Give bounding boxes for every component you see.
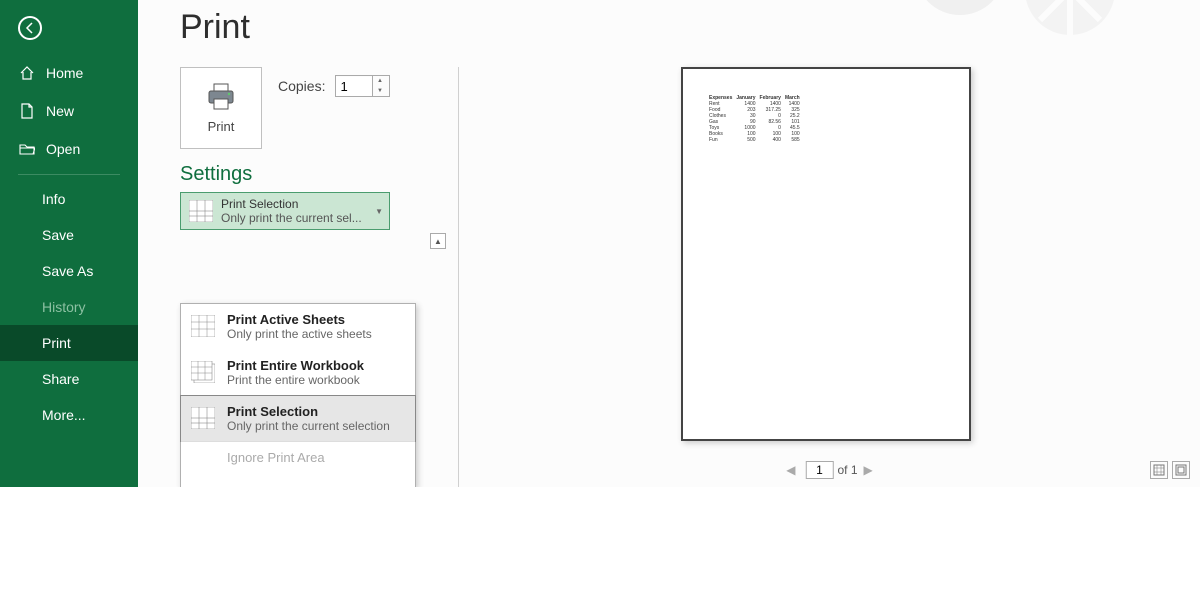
sheet-icon (189, 312, 217, 340)
print-what-selector[interactable]: Print Selection Only print the current s… (180, 192, 390, 230)
back-button[interactable] (18, 16, 42, 40)
workbook-icon (189, 358, 217, 386)
dropdown-option-ignore-print-area: Ignore Print Area (181, 442, 415, 487)
page-navigation: ◀ of 1 ▶ (780, 461, 878, 479)
dropdown-option-print-selection[interactable]: Print Selection Only print the current s… (180, 395, 416, 442)
page-of-label: of 1 (837, 463, 857, 477)
spin-up-icon[interactable]: ▲ (373, 76, 386, 86)
sidebar-item-label: Home (46, 65, 83, 81)
dropdown-option-entire-workbook[interactable]: Print Entire Workbook Print the entire w… (181, 350, 415, 396)
page-number-input[interactable] (805, 461, 833, 479)
arrow-left-icon (24, 22, 36, 34)
dropdown-option-active-sheets[interactable]: Print Active Sheets Only print the activ… (181, 304, 415, 350)
sidebar-divider (18, 174, 120, 175)
option-title: Print Selection (227, 404, 390, 419)
decorative-circles (920, 0, 1200, 50)
preview-page: ExpensesJanuaryFebruaryMarchRent14001400… (681, 67, 971, 441)
sidebar-item-info[interactable]: Info (0, 181, 138, 217)
settings-scroll-up[interactable]: ▲ (430, 233, 446, 249)
sidebar-item-new[interactable]: New (0, 92, 138, 130)
open-folder-icon (18, 140, 36, 158)
sidebar-item-label: Open (46, 141, 80, 157)
sidebar-item-label: Save As (42, 263, 93, 279)
print-settings-column: Print Copies: ▲ ▼ ▲ Setti (138, 67, 458, 487)
option-subtitle: Only print the active sheets (227, 327, 372, 341)
new-doc-icon (18, 102, 36, 120)
option-title: Print Active Sheets (227, 312, 372, 327)
sidebar-item-label: Share (42, 371, 79, 387)
printer-icon (206, 83, 236, 111)
sidebar-item-share[interactable]: Share (0, 361, 138, 397)
sidebar-item-print[interactable]: Print (0, 325, 138, 361)
print-button-label: Print (208, 119, 235, 134)
sidebar-item-label: Info (42, 191, 65, 207)
print-what-dropdown: Print Active Sheets Only print the activ… (180, 303, 416, 487)
settings-heading: Settings (180, 163, 448, 186)
sidebar-item-label: Save (42, 227, 74, 243)
sidebar-item-history: History (0, 289, 138, 325)
sidebar-item-open[interactable]: Open (0, 130, 138, 168)
sidebar-item-label: History (42, 299, 86, 315)
home-icon (18, 64, 36, 82)
option-title: Ignore Print Area (227, 450, 325, 465)
sidebar-item-label: Print (42, 335, 71, 351)
print-preview-pane: ExpensesJanuaryFebruaryMarchRent14001400… (458, 67, 1200, 487)
option-subtitle: Only print the current selection (227, 419, 390, 433)
grid-selection-icon (187, 197, 215, 225)
copies-stepper[interactable]: ▲ ▼ (335, 75, 390, 97)
print-backstage-main: Print Print Copies: (138, 0, 1200, 487)
sidebar-item-label: More... (42, 407, 86, 423)
copies-label: Copies: (278, 78, 325, 94)
prev-page-button[interactable]: ◀ (780, 463, 801, 477)
option-subtitle: Print the entire workbook (227, 373, 364, 387)
setting-title: Print Selection (221, 197, 371, 211)
spin-down-icon[interactable]: ▼ (373, 86, 386, 96)
setting-subtitle: Only print the current sel... (221, 211, 371, 225)
print-button[interactable]: Print (180, 67, 262, 149)
grid-selection-icon (189, 404, 217, 432)
sidebar-item-save-as[interactable]: Save As (0, 253, 138, 289)
sidebar-item-more[interactable]: More... (0, 397, 138, 433)
show-margins-button[interactable] (1150, 461, 1168, 479)
backstage-sidebar: Home New Open Info Save Save As History … (0, 0, 138, 487)
sidebar-item-home[interactable]: Home (0, 54, 138, 92)
next-page-button[interactable]: ▶ (858, 463, 879, 477)
preview-table: ExpensesJanuaryFebruaryMarchRent14001400… (707, 95, 802, 143)
sidebar-item-save[interactable]: Save (0, 217, 138, 253)
option-title: Print Entire Workbook (227, 358, 364, 373)
copies-input[interactable] (336, 77, 372, 96)
zoom-to-page-button[interactable] (1172, 461, 1190, 479)
sidebar-item-label: New (46, 103, 74, 119)
chevron-down-icon: ▼ (375, 207, 383, 216)
